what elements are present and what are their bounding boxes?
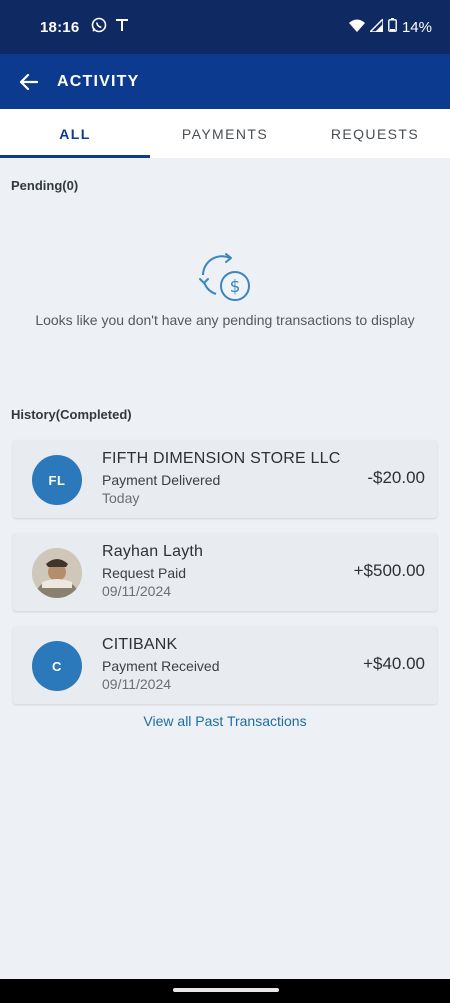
tab-requests[interactable]: REQUESTS: [300, 109, 450, 158]
transaction-name: CITIBANK: [102, 636, 177, 654]
app-bar: ACTIVITY: [0, 54, 450, 109]
view-all-transactions-link[interactable]: View all Past Transactions: [0, 713, 450, 729]
transaction-date: 09/11/2024: [102, 583, 171, 599]
transaction-card[interactable]: C CITIBANK Payment Received 09/11/2024 +…: [13, 626, 437, 704]
status-right-icons: 14%: [349, 18, 432, 36]
transaction-name: FIFTH DIMENSION STORE LLC: [102, 450, 341, 468]
avatar: FL: [32, 455, 82, 505]
transaction-status: Payment Delivered: [102, 472, 220, 488]
status-left-icons: [91, 17, 129, 37]
transaction-status: Request Paid: [102, 565, 186, 581]
status-time: 18:16: [40, 19, 79, 36]
battery-icon: [388, 18, 397, 36]
transaction-date: Today: [102, 490, 139, 506]
transaction-amount: +$40.00: [363, 654, 425, 674]
wifi-icon: [349, 19, 365, 36]
tab-bar: ALL PAYMENTS REQUESTS: [0, 109, 450, 158]
home-gesture-handle[interactable]: [173, 988, 279, 992]
transaction-card[interactable]: FL FIFTH DIMENSION STORE LLC Payment Del…: [13, 440, 437, 518]
transaction-name: Rayhan Layth: [102, 543, 203, 561]
svg-text:$: $: [230, 277, 241, 297]
t-mobile-icon: [115, 18, 129, 36]
pending-empty-message: Looks like you don't have any pending tr…: [0, 312, 450, 328]
transaction-card[interactable]: Rayhan Layth Request Paid 09/11/2024 +$5…: [13, 533, 437, 611]
transaction-status: Payment Received: [102, 658, 220, 674]
pending-section-label: Pending(0): [11, 178, 78, 193]
page-title: ACTIVITY: [57, 73, 140, 91]
avatar: C: [32, 641, 82, 691]
avatar-photo: [32, 548, 82, 598]
history-section-label: History(Completed): [11, 407, 132, 422]
pending-transactions-icon: $: [196, 252, 254, 304]
signal-icon: [370, 19, 383, 36]
whatsapp-icon: [91, 17, 107, 37]
transaction-date: 09/11/2024: [102, 676, 171, 692]
transaction-amount: -$20.00: [367, 468, 425, 488]
back-arrow-icon[interactable]: [16, 70, 40, 94]
tab-payments[interactable]: PAYMENTS: [150, 109, 300, 158]
battery-percent: 14%: [402, 19, 432, 36]
status-bar: 18:16 14%: [0, 0, 450, 54]
tab-all[interactable]: ALL: [0, 109, 150, 158]
system-nav-bar: [0, 979, 450, 1003]
transaction-amount: +$500.00: [354, 561, 425, 581]
